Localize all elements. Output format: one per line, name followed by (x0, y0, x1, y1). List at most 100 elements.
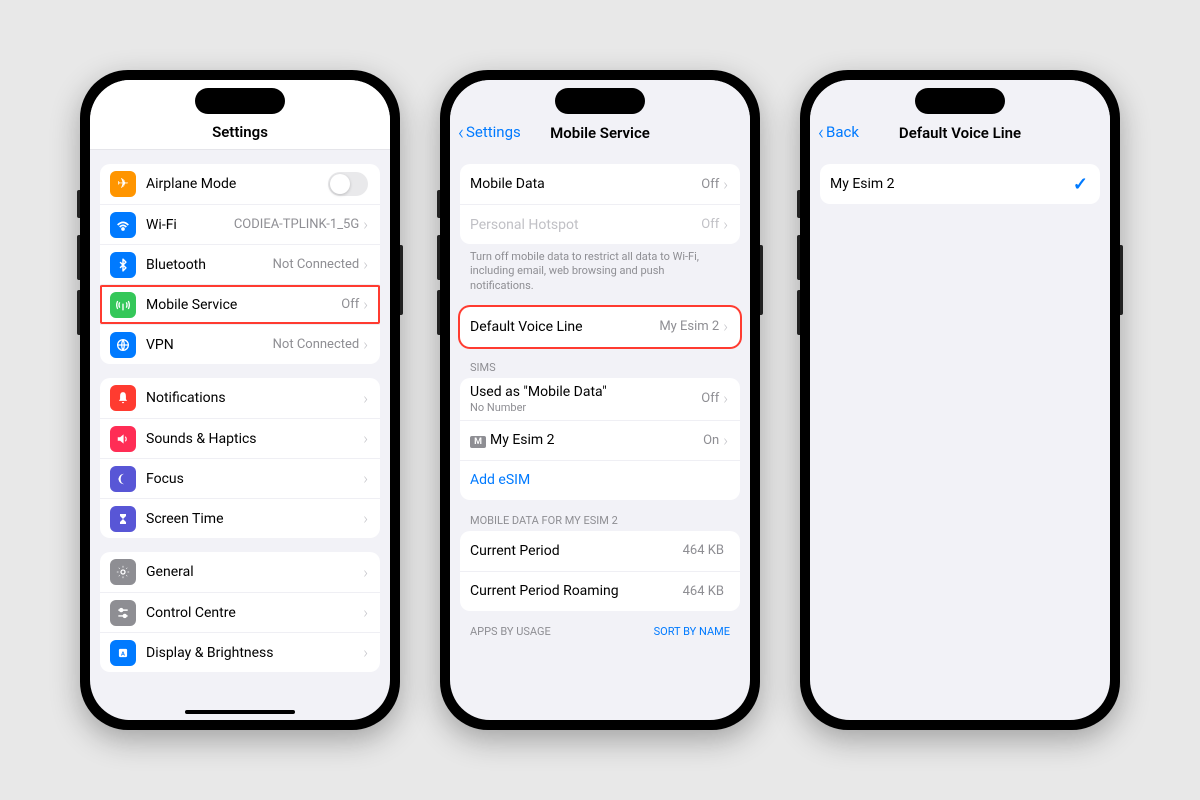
row-label: Sounds & Haptics (146, 431, 363, 447)
dynamic-island (555, 88, 645, 114)
antenna-icon (110, 292, 136, 318)
chevron-right-icon: › (723, 431, 728, 450)
row-label: My Esim 2 (830, 176, 1073, 192)
chevron-right-icon: › (363, 563, 368, 582)
row-current-period[interactable]: Current Period 464 KB (460, 531, 740, 571)
phone-mobile-service: ‹ Settings Mobile Service Mobile Data Of… (440, 70, 760, 730)
chevron-right-icon: › (723, 389, 728, 408)
airplane-toggle[interactable] (328, 172, 368, 196)
row-label: MMy Esim 2 (470, 432, 703, 448)
row-label: Mobile Data (470, 176, 701, 192)
chevron-right-icon: › (723, 175, 728, 194)
row-display[interactable]: A Display & Brightness › (100, 632, 380, 672)
section-header-sims: SIMs (450, 347, 750, 378)
back-label: Settings (466, 123, 521, 141)
add-esim-link[interactable]: Add eSIM (470, 472, 728, 488)
row-general[interactable]: General › (100, 552, 380, 592)
chevron-right-icon: › (723, 215, 728, 234)
sort-by-name-button[interactable]: SORT BY NAME (654, 625, 730, 638)
bluetooth-icon (110, 252, 136, 278)
mobile-service-list[interactable]: Mobile Data Off › Personal Hotspot Off ›… (450, 150, 750, 720)
footer-text: Turn off mobile data to restrict all dat… (450, 244, 750, 293)
row-screentime[interactable]: Screen Time › (100, 498, 380, 538)
globe-icon (110, 332, 136, 358)
back-button[interactable]: ‹ Back (818, 122, 859, 142)
row-notifications[interactable]: Notifications › (100, 378, 380, 418)
row-airplane-mode[interactable]: ✈ Airplane Mode (100, 164, 380, 204)
row-voice-option[interactable]: My Esim 2 ✓ (820, 164, 1100, 204)
row-value: Not Connected (273, 337, 360, 352)
phone-settings: Settings ✈ Airplane Mode Wi-Fi CODIEA-TP… (80, 70, 400, 730)
row-vpn[interactable]: VPN Not Connected › (100, 324, 380, 364)
row-label: Default Voice Line (470, 319, 659, 335)
row-value: Off (701, 391, 719, 406)
row-label: Airplane Mode (146, 176, 328, 192)
row-label: Control Centre (146, 605, 363, 621)
chevron-right-icon: › (363, 643, 368, 662)
settings-list[interactable]: ✈ Airplane Mode Wi-Fi CODIEA-TPLINK-1_5G… (90, 150, 390, 720)
row-control-centre[interactable]: Control Centre › (100, 592, 380, 632)
sliders-icon (110, 600, 136, 626)
page-title: Default Voice Line (899, 124, 1021, 142)
row-label: VPN (146, 337, 273, 353)
bell-icon (110, 385, 136, 411)
speaker-icon (110, 426, 136, 452)
home-indicator[interactable] (185, 710, 295, 714)
chevron-right-icon: › (363, 255, 368, 274)
row-add-esim[interactable]: Add eSIM (460, 460, 740, 500)
row-sounds[interactable]: Sounds & Haptics › (100, 418, 380, 458)
page-title: Mobile Service (550, 124, 650, 142)
airplane-icon: ✈ (110, 171, 136, 197)
row-value: 464 KB (683, 543, 724, 558)
phone-default-voice-line: ‹ Back Default Voice Line My Esim 2 ✓ (800, 70, 1120, 730)
row-label: Mobile Service (146, 297, 341, 313)
chevron-right-icon: › (363, 469, 368, 488)
sim-badge-icon: M (470, 436, 486, 448)
checkmark-icon: ✓ (1073, 174, 1088, 195)
row-label: Notifications (146, 390, 363, 406)
row-value: Off (701, 217, 719, 232)
chevron-right-icon: › (723, 317, 728, 336)
row-label: Current Period Roaming (470, 583, 683, 599)
dynamic-island (195, 88, 285, 114)
back-button[interactable]: ‹ Settings (458, 122, 521, 142)
row-mobile-service[interactable]: Mobile Service Off › (100, 284, 380, 324)
row-sim-1[interactable]: Used as "Mobile Data" No Number Off › (460, 378, 740, 420)
apps-usage-label: APPS BY USAGE (470, 625, 551, 638)
voice-line-list[interactable]: My Esim 2 ✓ (810, 150, 1110, 720)
chevron-right-icon: › (363, 509, 368, 528)
row-wifi[interactable]: Wi-Fi CODIEA-TPLINK-1_5G › (100, 204, 380, 244)
row-label: General (146, 564, 363, 580)
row-personal-hotspot: Personal Hotspot Off › (460, 204, 740, 244)
chevron-right-icon: › (363, 603, 368, 622)
row-label: Focus (146, 471, 363, 487)
gear-icon (110, 559, 136, 585)
section-header-apps: APPS BY USAGE SORT BY NAME (450, 611, 750, 642)
row-default-voice-line[interactable]: Default Voice Line My Esim 2 › (460, 307, 740, 347)
dynamic-island (915, 88, 1005, 114)
page-title: Settings (212, 123, 268, 141)
display-icon: A (110, 640, 136, 666)
chevron-right-icon: › (363, 335, 368, 354)
row-bluetooth[interactable]: Bluetooth Not Connected › (100, 244, 380, 284)
row-value: On (703, 433, 719, 448)
row-focus[interactable]: Focus › (100, 458, 380, 498)
back-label: Back (826, 123, 859, 141)
section-header-usage: MOBILE DATA FOR MY ESIM 2 (450, 500, 750, 531)
svg-text:A: A (121, 651, 125, 657)
row-sim-2[interactable]: MMy Esim 2 On › (460, 420, 740, 460)
chevron-right-icon: › (363, 215, 368, 234)
row-value: Off (341, 297, 359, 312)
row-label: Bluetooth (146, 257, 273, 273)
row-current-roaming[interactable]: Current Period Roaming 464 KB (460, 571, 740, 611)
row-label: Display & Brightness (146, 645, 363, 661)
row-value: CODIEA-TPLINK-1_5G (234, 217, 359, 232)
row-mobile-data[interactable]: Mobile Data Off › (460, 164, 740, 204)
wifi-icon (110, 212, 136, 238)
chevron-left-icon: ‹ (818, 122, 824, 142)
row-label: Current Period (470, 543, 683, 559)
row-value: My Esim 2 (659, 319, 719, 334)
chevron-right-icon: › (363, 389, 368, 408)
row-sublabel: No Number (470, 401, 701, 414)
row-label: Personal Hotspot (470, 217, 701, 233)
